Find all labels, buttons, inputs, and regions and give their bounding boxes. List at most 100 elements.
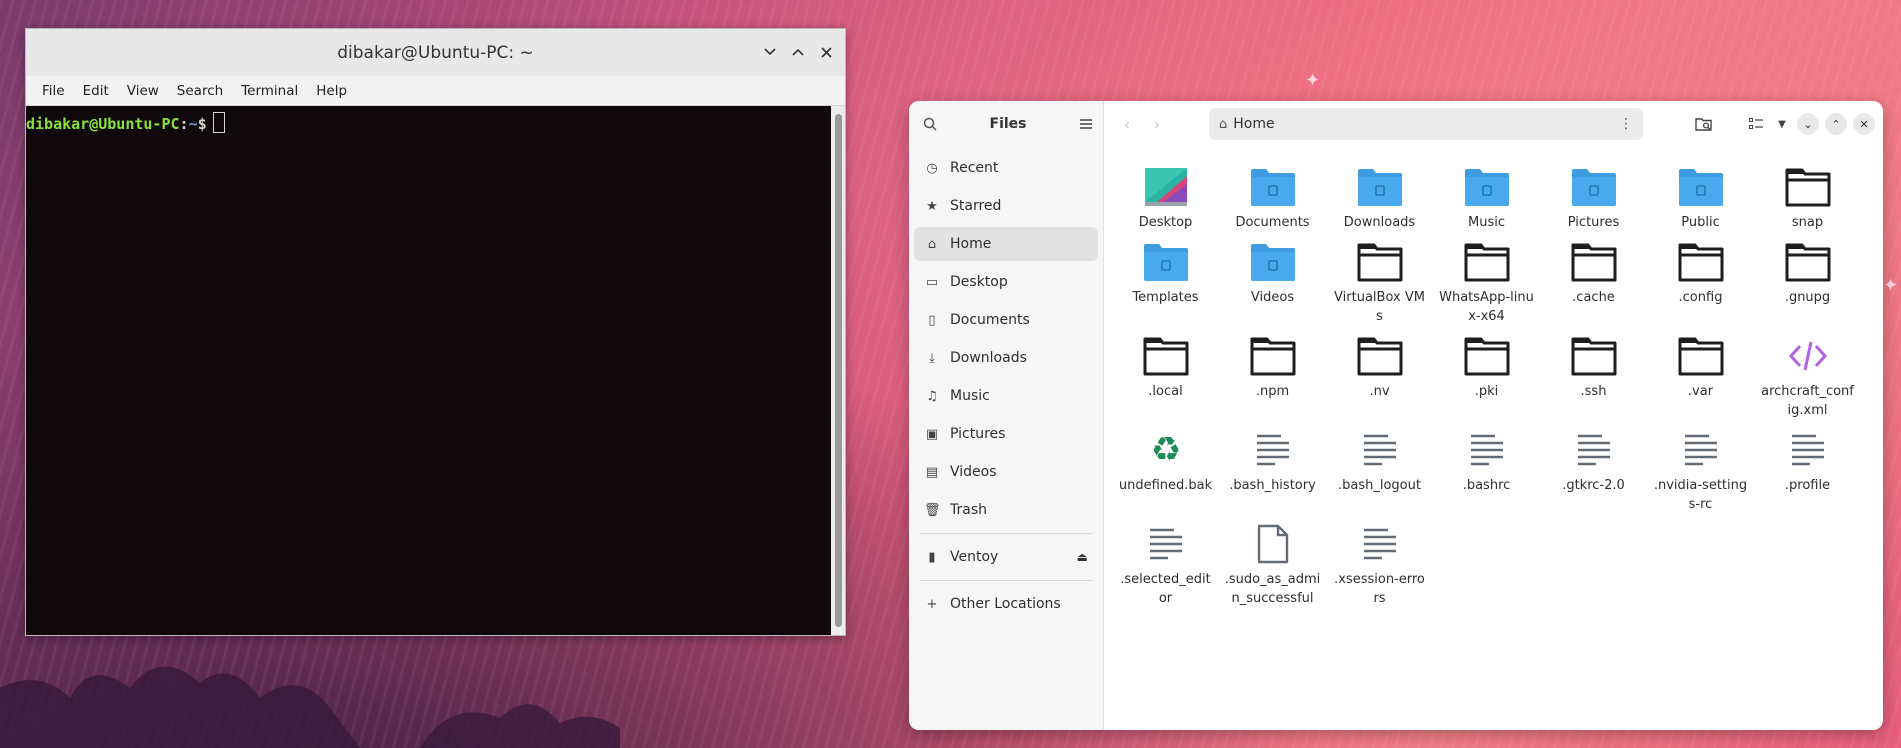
file-item[interactable]: .nv [1326,332,1433,420]
text-file-icon [1142,520,1190,568]
sidebar-item-recent[interactable]: ◷ Recent [914,151,1098,185]
view-toggle-button[interactable] [1745,109,1767,139]
file-item[interactable]: Templates [1112,238,1219,326]
prompt-symbol: $ [197,115,207,133]
view-options-button[interactable]: ▼ [1773,109,1791,139]
sidebar-item-trash[interactable]: 🗑 Trash [914,493,1098,527]
location-label: Home [1233,116,1275,132]
file-item[interactable]: archcraft_config.xml [1754,332,1861,420]
sidebar-item-label: Videos [950,464,997,480]
file-item-label: .nv [1369,384,1390,399]
sidebar-item-starred[interactable]: ★ Starred [914,189,1098,223]
menu-file[interactable]: File [34,83,75,99]
folder-icon [1784,163,1832,211]
file-item[interactable]: .cache [1540,238,1647,326]
file-icon [1249,520,1297,568]
sidebar-item-other-locations[interactable]: + Other Locations [914,587,1098,621]
terminal-output[interactable]: dibakar@Ubuntu-PC:~$ [26,106,831,635]
sidebar-item-label: Recent [950,160,999,176]
close-button[interactable] [815,41,837,63]
file-item[interactable]: .npm [1219,332,1326,420]
prompt-user: dibakar@Ubuntu-PC [26,115,180,133]
file-item[interactable]: Videos [1219,238,1326,326]
file-item[interactable]: Music [1433,163,1540,232]
sidebar-item-home[interactable]: ⌂ Home [914,227,1098,261]
file-item-label: .bash_logout [1338,478,1421,493]
file-item[interactable]: WhatsApp-linux-x64 [1433,238,1540,326]
file-item[interactable]: .xsession-errors [1326,520,1433,608]
sidebar-item-music[interactable]: ♫ Music [914,379,1098,413]
file-item[interactable]: Downloads [1326,163,1433,232]
file-item[interactable]: ♻ undefined.bak [1112,426,1219,514]
file-item-label: .gtkrc-2.0 [1562,478,1625,493]
file-item-label: Downloads [1343,215,1416,230]
video-icon: ▤ [925,464,939,480]
text-file-icon [1356,520,1404,568]
menu-terminal[interactable]: Terminal [233,83,308,99]
sidebar-item-label: Home [950,236,992,252]
file-item[interactable]: Desktop [1112,163,1219,232]
search-location-button[interactable] [1689,109,1719,139]
sidebar-item-label: Downloads [950,350,1027,366]
search-icon[interactable] [923,117,937,131]
maximize-button[interactable]: ⌃ [1825,113,1847,135]
shell-prompt: dibakar@Ubuntu-PC:~$ [26,112,225,133]
minimize-button[interactable]: ⌄ [1797,113,1819,135]
file-item[interactable]: .pki [1433,332,1540,420]
file-item[interactable]: .config [1647,238,1754,326]
file-item[interactable]: .gtkrc-2.0 [1540,426,1647,514]
file-item[interactable]: snap [1754,163,1861,232]
close-icon [820,46,832,58]
terminal-title: dibakar@Ubuntu-PC: ~ [337,42,534,63]
forward-button[interactable]: › [1142,109,1172,139]
menu-help[interactable]: Help [308,83,357,99]
file-item[interactable]: .bash_history [1219,426,1326,514]
close-button[interactable]: ✕ [1853,113,1875,135]
file-item[interactable]: Documents [1219,163,1326,232]
file-item-label: .ssh [1580,384,1607,399]
terminal-window[interactable]: dibakar@Ubuntu-PC: ~ File Edit View Sear… [25,28,846,636]
plus-icon: + [926,596,938,612]
more-options-icon[interactable]: ⋮ [1619,116,1633,132]
sidebar-item-videos[interactable]: ▤ Videos [914,455,1098,489]
menu-search[interactable]: Search [169,83,233,99]
maximize-button[interactable] [787,41,809,63]
menu-view[interactable]: View [119,83,169,99]
terminal-titlebar[interactable]: dibakar@Ubuntu-PC: ~ [26,29,845,76]
file-item[interactable]: .local [1112,332,1219,420]
file-item[interactable]: .gnupg [1754,238,1861,326]
folder-icon [1570,238,1618,286]
folder-icon [1356,332,1404,380]
file-item[interactable]: VirtualBox VMs [1326,238,1433,326]
file-item[interactable]: .sudo_as_admin_successful [1219,520,1326,608]
file-item[interactable]: .bashrc [1433,426,1540,514]
file-item[interactable]: .selected_editor [1112,520,1219,608]
chevron-down-icon [764,48,776,56]
sidebar-item-desktop[interactable]: ▭ Desktop [914,265,1098,299]
file-item-label: Videos [1250,290,1295,305]
file-item[interactable]: Pictures [1540,163,1647,232]
file-item-label: .var [1687,384,1714,399]
file-item[interactable]: .var [1647,332,1754,420]
file-item-label: .gnupg [1784,290,1831,305]
sidebar-item-documents[interactable]: ▯ Documents [914,303,1098,337]
file-item[interactable]: .ssh [1540,332,1647,420]
text-file-icon [1356,426,1404,474]
location-bar[interactable]: ⌂ Home ⋮ [1209,108,1643,140]
home-icon: ⌂ [927,236,937,252]
file-item[interactable]: .profile [1754,426,1861,514]
file-item[interactable]: .nvidia-settings-rc [1647,426,1754,514]
terminal-scrollbar[interactable] [831,106,845,635]
file-item[interactable]: .bash_logout [1326,426,1433,514]
sidebar-item-downloads[interactable]: ⤓ Downloads [914,341,1098,375]
sidebar-item-pictures[interactable]: ▣ Pictures [914,417,1098,451]
minimize-button[interactable] [759,41,781,63]
menu-edit[interactable]: Edit [75,83,119,99]
hamburger-menu-icon[interactable] [1079,118,1093,130]
eject-icon[interactable]: ⏏ [1077,550,1088,564]
sidebar-item-ventoy[interactable]: ▮ Ventoy ⏏ [914,540,1098,574]
file-item[interactable]: Public [1647,163,1754,232]
scrollbar-thumb[interactable] [835,114,842,627]
back-button[interactable]: ‹ [1112,109,1142,139]
files-window[interactable]: Files ◷ Recent ★ Starred ⌂ Home ▭ Desktop ▯ D… [909,101,1883,730]
